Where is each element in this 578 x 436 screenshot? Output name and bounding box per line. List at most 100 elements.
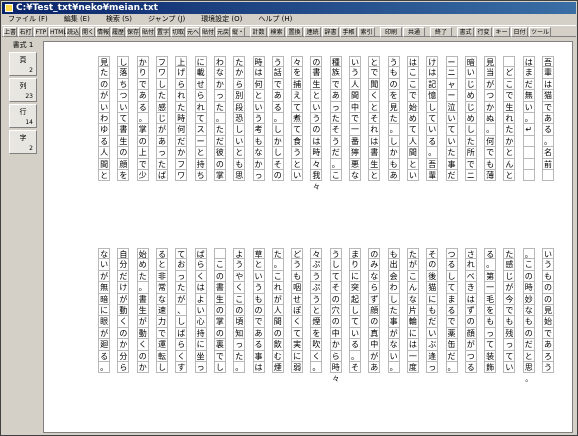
menu-item[interactable]: 検索 (S) <box>106 14 132 24</box>
char-cell: わ <box>98 112 111 125</box>
char-cell: 動 <box>136 327 149 340</box>
char-cell: が <box>387 327 400 340</box>
char-cell: も <box>426 304 439 317</box>
toolbar-button[interactable]: 終了 <box>430 27 452 37</box>
char-cell: 吾 <box>426 158 439 170</box>
char-cell: な <box>213 67 226 79</box>
text-column: つるしてまるで薬缶だ。 <box>445 248 458 374</box>
menu-item[interactable]: 環境設定 (O) <box>201 14 242 24</box>
status-box[interactable]: 列 23 <box>9 78 37 102</box>
char-cell: 会 <box>387 270 400 283</box>
status-box-value: 23 <box>25 93 33 100</box>
status-box[interactable]: 行 14 <box>9 104 37 128</box>
char-cell: る <box>542 124 554 136</box>
menu-item[interactable]: ジャンプ (J) <box>148 14 185 24</box>
toolbar-button[interactable]: 貼付 <box>141 27 155 37</box>
char-cell: の <box>310 56 323 68</box>
char-cell: 間 <box>406 147 419 159</box>
text-column: 々を捕えて煮て食うとい <box>291 56 304 182</box>
vertical-text-page[interactable]: 吾輩は猫である。名前はまだ無い。 ↵ どこで生れたかとんと見当がつかぬ。何でも薄暗… <box>43 41 573 433</box>
status-box[interactable]: 字2 <box>9 130 37 154</box>
char-cell: 分 <box>117 259 130 271</box>
char-cell: る <box>426 135 439 148</box>
toolbar-button[interactable]: 印刷 <box>380 27 402 37</box>
toolbar-button[interactable]: 元戻 <box>216 27 230 37</box>
char-cell: 片 <box>406 304 419 317</box>
char-cell: だ <box>329 147 342 159</box>
char-cell: ら <box>175 78 188 91</box>
char-cell: な <box>252 147 265 159</box>
toolbar-button[interactable]: 読込 <box>66 27 80 37</box>
toolbar-button[interactable]: 履歴 <box>111 27 125 37</box>
char-cell: た <box>175 101 188 113</box>
toolbar-button[interactable]: 索引 <box>358 27 375 37</box>
menu-item[interactable]: 編集 (E) <box>64 14 90 24</box>
char-cell: 起 <box>349 293 361 305</box>
toolbar-button[interactable]: 書式 <box>457 27 474 37</box>
char-cell: の <box>271 327 284 340</box>
char-cell: な <box>522 304 535 317</box>
toolbar-button[interactable]: 上書 <box>3 27 17 37</box>
char-cell: た <box>233 56 246 68</box>
char-cell: し <box>387 135 400 148</box>
menu-item[interactable]: ヘルプ (H) <box>258 14 292 24</box>
toolbar-button[interactable]: 右打 <box>18 27 33 37</box>
char-cell: う <box>349 67 361 79</box>
char-cell: 上 <box>175 56 188 68</box>
char-cell: ら <box>368 282 381 294</box>
char-cell: し <box>329 259 342 271</box>
toolbar-button[interactable]: 辞書 <box>322 27 339 37</box>
toolbar-button[interactable]: 貼付 <box>201 27 215 37</box>
text-column: 暗いじめじめした所でニ <box>464 56 477 182</box>
title-bar[interactable]: C:¥Test_txt¥neko¥meian.txt <box>2 2 576 14</box>
status-box[interactable]: 頁2 <box>9 52 37 76</box>
toolbar-button[interactable]: 手帳 <box>340 27 357 37</box>
text-column: のみならず顔の真中があ <box>368 248 381 374</box>
toolbar-button[interactable]: 情報 <box>96 27 110 37</box>
char-cell: く <box>136 339 149 351</box>
char-cell: に <box>406 327 419 340</box>
toolbar-button[interactable]: 縦・ <box>231 27 245 37</box>
toolbar-button[interactable]: 置字 <box>156 27 170 37</box>
toolbar-button[interactable]: 連続 <box>304 27 321 37</box>
char-cell: て <box>406 124 419 136</box>
toolbar-button[interactable]: 保存 <box>126 27 140 37</box>
char-cell: れ <box>194 101 207 113</box>
char-cell: ワ <box>156 67 168 79</box>
toolbar-button[interactable]: ツール <box>529 27 551 37</box>
toolbar-button[interactable]: キー <box>493 27 510 37</box>
char-cell: 考 <box>252 124 265 136</box>
toolbar-button[interactable]: 置換 <box>286 27 303 37</box>
char-cell: る <box>464 361 477 374</box>
toolbar-button[interactable]: 切取 <box>171 27 185 37</box>
format-label[interactable]: 書式 1 <box>7 40 39 50</box>
char-cell: 時 <box>175 112 188 125</box>
char-cell: め <box>464 90 477 102</box>
toolbar-button[interactable]: 開く <box>81 27 95 37</box>
toolbar-button[interactable]: 日付 <box>511 27 528 37</box>
toolbar-button[interactable]: 行変 <box>475 27 492 37</box>
status-box-label: 頁 <box>19 56 27 64</box>
char-cell: 残 <box>503 327 516 340</box>
char-cell: 人 <box>98 147 111 159</box>
char-cell: フ <box>156 56 168 68</box>
toolbar-button[interactable]: FTP <box>34 27 48 37</box>
char-cell: の <box>426 259 439 271</box>
char-cell: っ <box>503 339 516 351</box>
toolbar-button[interactable]: HTML <box>49 27 67 37</box>
menu-item[interactable]: ファイル (F) <box>8 14 48 24</box>
char-cell: の <box>368 316 381 328</box>
char-cell: 一 <box>349 124 361 136</box>
toolbar-button[interactable]: 検索 <box>268 27 285 37</box>
char-cell: 思 <box>522 361 535 374</box>
char-cell: で <box>329 78 342 91</box>
char-cell: こ <box>522 259 535 271</box>
toolbar-button[interactable]: 元へ <box>186 27 200 37</box>
text-column: る。第一毛をもって装飾 <box>484 248 497 374</box>
toolbar-button[interactable]: 計数 <box>250 27 267 37</box>
char-cell: げ <box>175 67 188 79</box>
char-cell: ら <box>194 259 207 271</box>
toolbar-button[interactable]: 共通 <box>403 27 425 37</box>
char-cell: っ <box>252 169 265 182</box>
char-cell: 番 <box>349 135 361 148</box>
